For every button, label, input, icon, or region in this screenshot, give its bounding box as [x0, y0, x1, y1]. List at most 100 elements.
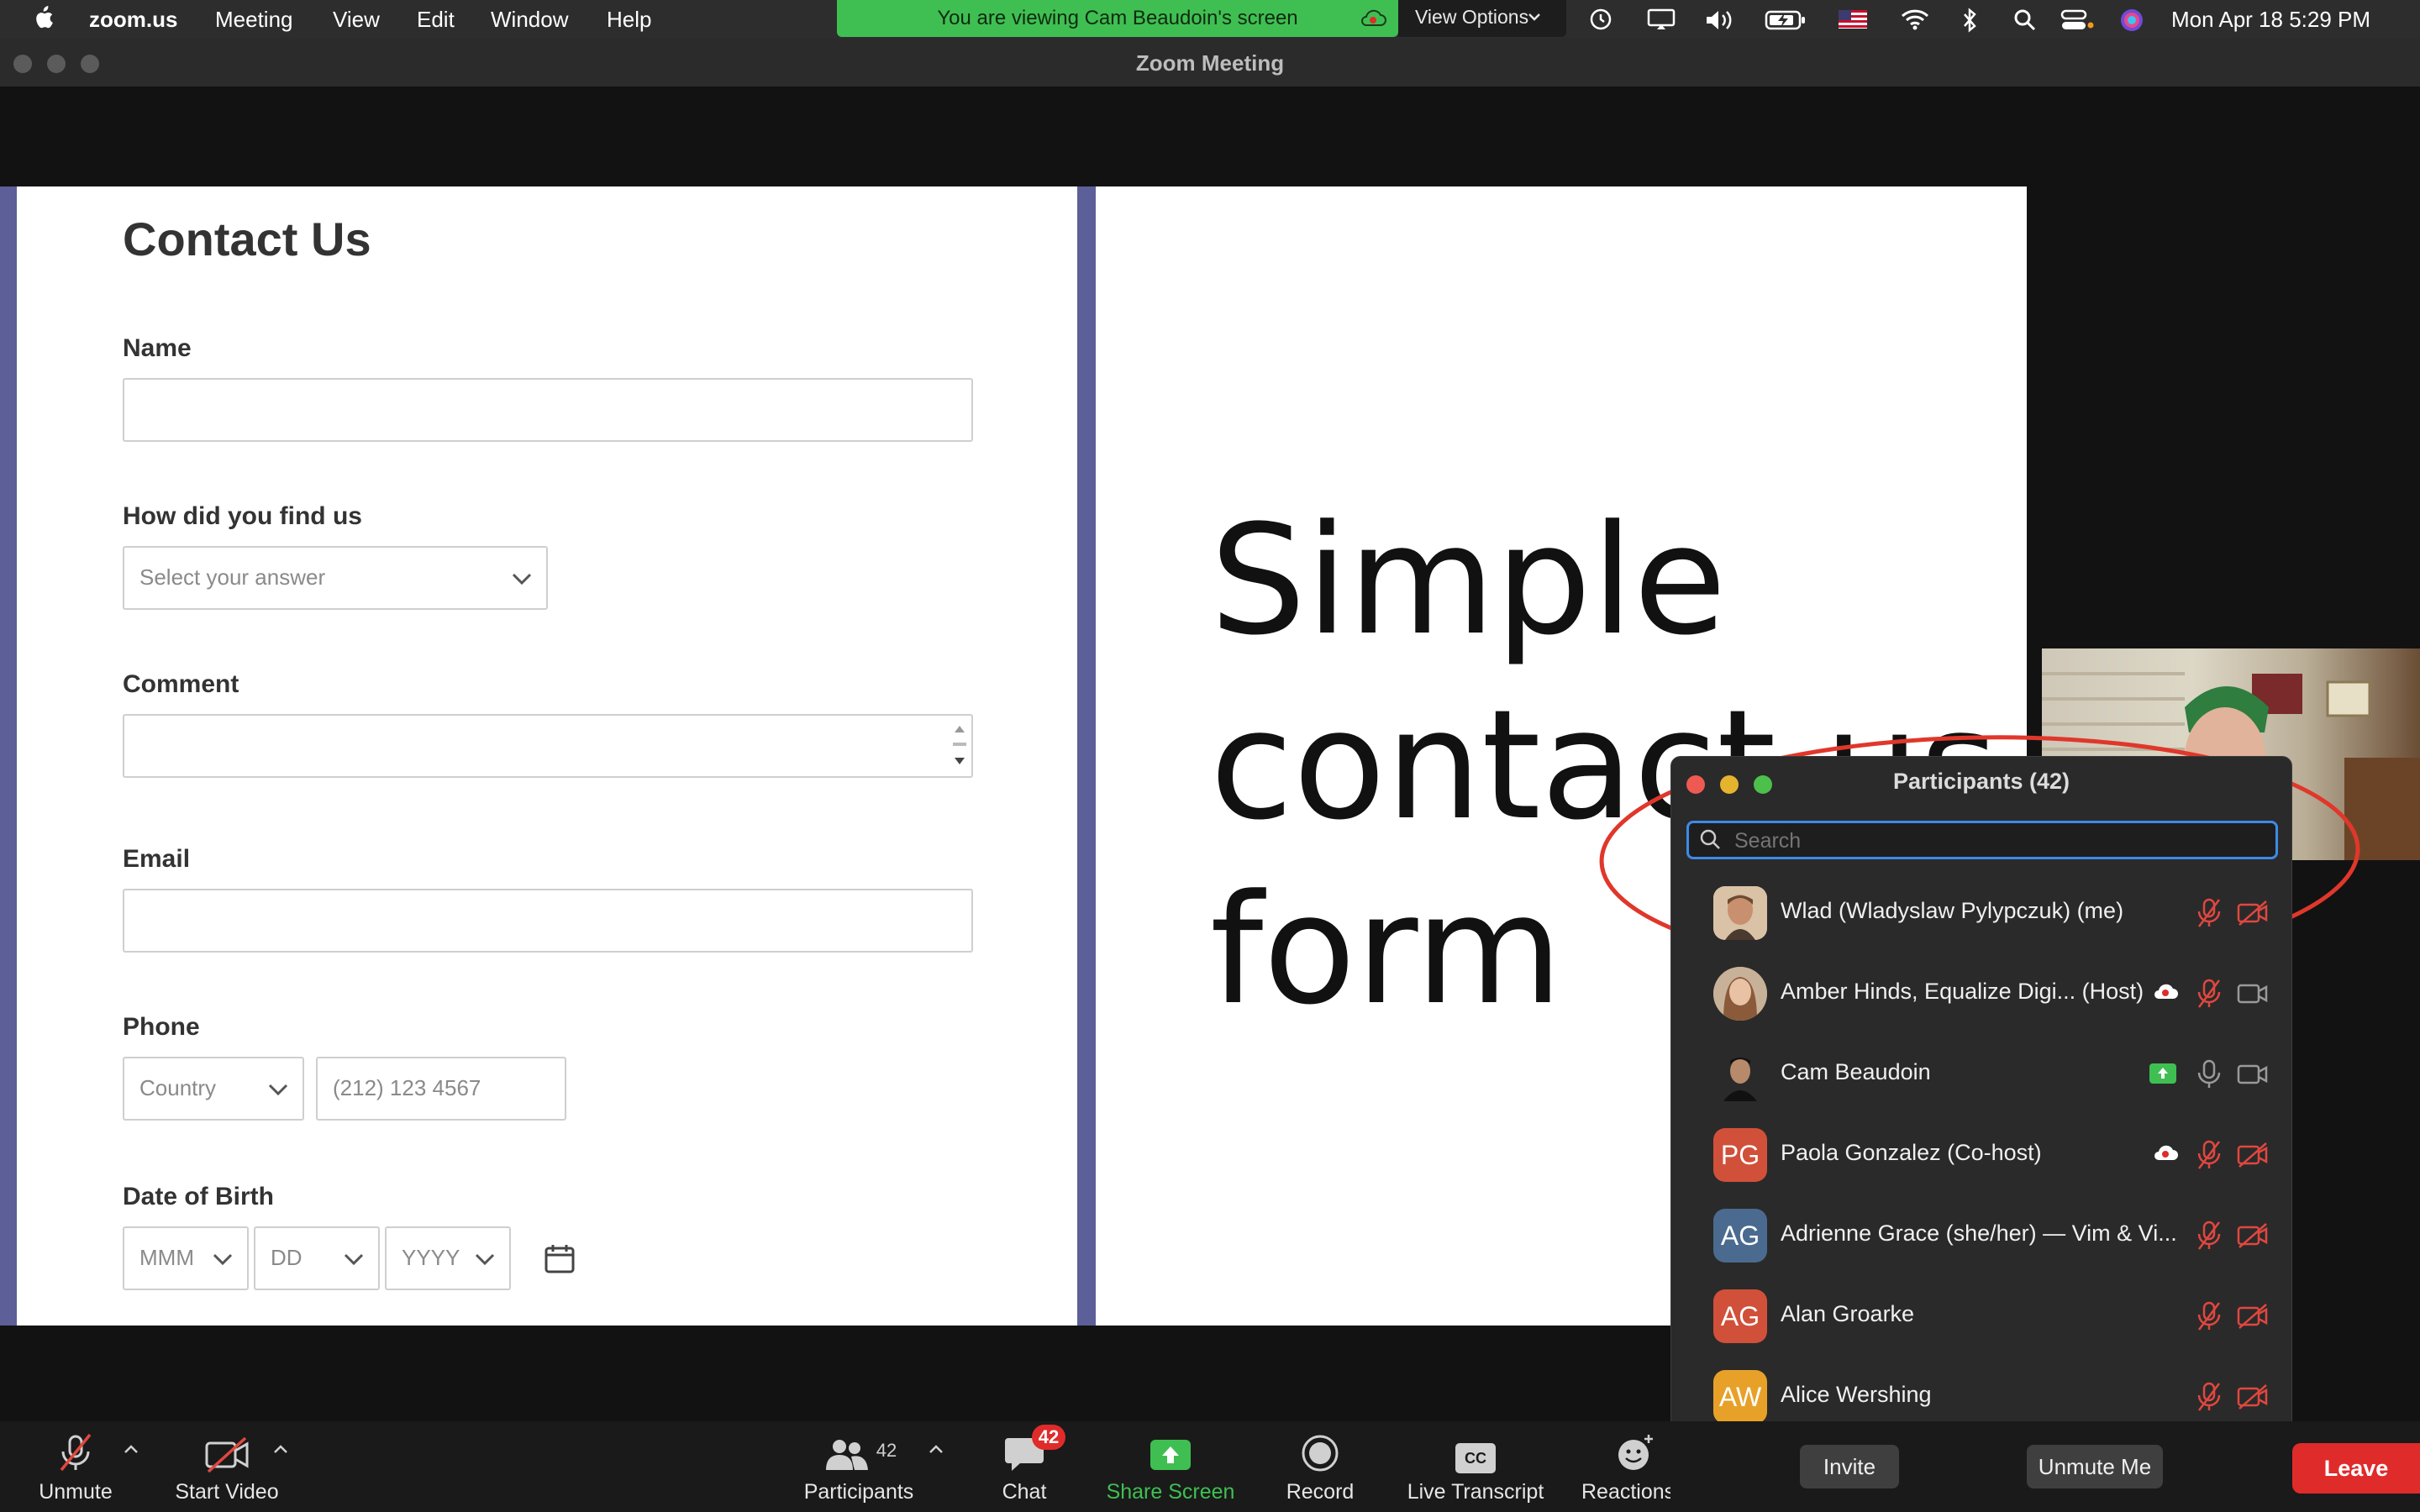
chat-label: Chat: [1002, 1480, 1047, 1504]
participants-button[interactable]: 42 Participants: [793, 1428, 924, 1504]
name-field[interactable]: [123, 378, 973, 442]
time-machine-icon[interactable]: [1588, 8, 1613, 31]
view-options-button[interactable]: View Options: [1398, 0, 1566, 37]
form-title: Contact Us: [123, 213, 371, 265]
participant-row[interactable]: Amber Hinds, Equalize Digi... (Host): [1671, 953, 2293, 1034]
share-screen-icon: [1097, 1428, 1244, 1473]
video-icon[interactable]: [2236, 980, 2270, 1007]
mic-muted-icon: [34, 1428, 118, 1473]
video-options-caret-icon[interactable]: [272, 1441, 289, 1458]
calendar-icon[interactable]: [543, 1242, 576, 1275]
phone-label: Phone: [123, 1013, 200, 1041]
mic-icon[interactable]: [2194, 1058, 2224, 1091]
battery-icon[interactable]: [1765, 9, 1807, 31]
participant-row[interactable]: PG Paola Gonzalez (Co-host): [1671, 1115, 2293, 1195]
cloud-record-icon: [1360, 8, 1386, 29]
spotlight-search-icon[interactable]: [2013, 8, 2037, 32]
start-video-button[interactable]: Start Video: [168, 1428, 286, 1504]
year-placeholder: YYYY: [402, 1245, 460, 1270]
participant-name: Wlad (Wladyslaw Pylypczuk) (me): [1781, 898, 2124, 923]
chat-unread-badge: 42: [1032, 1425, 1065, 1450]
smiley-icon: [1576, 1428, 1670, 1473]
leave-button[interactable]: Leave: [2292, 1443, 2420, 1494]
unmute-me-button[interactable]: Unmute Me: [2027, 1445, 2163, 1488]
dob-year-select[interactable]: YYYY: [385, 1226, 511, 1290]
video-off-icon[interactable]: [2236, 1383, 2270, 1410]
participant-row[interactable]: AG Alan Groarke: [1671, 1276, 2293, 1357]
participant-name: Adrienne Grace (she/her) — Vim & Vi...: [1781, 1221, 2177, 1246]
form-divider-bar: [1077, 186, 1096, 1326]
slide-heading-line: Simple: [1210, 493, 1727, 669]
window-titlebar: Zoom Meeting: [0, 39, 2420, 87]
screen-sharing-icon: [2149, 1063, 2177, 1084]
volume-icon[interactable]: [1704, 8, 1738, 32]
mic-muted-icon[interactable]: [2194, 977, 2224, 1011]
video-off-icon[interactable]: [2236, 1303, 2270, 1330]
video-off-icon[interactable]: [2236, 900, 2270, 927]
cloud-record-icon: [2152, 1142, 2179, 1163]
record-button[interactable]: Record: [1274, 1428, 1366, 1504]
phone-field[interactable]: (212) 123 4567: [316, 1057, 566, 1121]
reactions-button[interactable]: Reactions: [1576, 1428, 1670, 1504]
participant-name: Paola Gonzalez (Co-host): [1781, 1140, 2042, 1165]
cloud-record-icon: [2152, 980, 2179, 1002]
chevron-down-icon: [341, 1247, 366, 1272]
dob-month-select[interactable]: MMM: [123, 1226, 249, 1290]
siri-icon[interactable]: [2119, 8, 2144, 33]
participants-options-caret-icon[interactable]: [928, 1441, 944, 1458]
avatar: [1713, 886, 1767, 940]
menu-meeting[interactable]: Meeting: [215, 7, 293, 33]
control-center-icon[interactable]: [2060, 8, 2094, 32]
viewing-banner: You are viewing Cam Beaudoin's screen: [837, 0, 1398, 37]
video-off-icon[interactable]: [2236, 1222, 2270, 1249]
menu-edit[interactable]: Edit: [417, 7, 455, 33]
participants-search[interactable]: [1686, 821, 2278, 859]
find-us-placeholder: Select your answer: [139, 564, 326, 590]
window-title: Zoom Meeting: [1135, 50, 1285, 76]
chevron-down-icon: [509, 566, 534, 591]
country-select[interactable]: Country: [123, 1057, 304, 1121]
apple-icon[interactable]: [32, 5, 54, 30]
participants-title: Participants (42): [1892, 769, 2070, 794]
video-icon[interactable]: [2236, 1061, 2270, 1088]
participants-search-input[interactable]: [1734, 828, 2238, 853]
avatar: PG: [1713, 1128, 1767, 1182]
participant-row[interactable]: Wlad (Wladyslaw Pylypczuk) (me): [1671, 873, 2293, 953]
start-video-label: Start Video: [175, 1480, 279, 1504]
video-off-icon[interactable]: [2236, 1142, 2270, 1168]
email-field[interactable]: [123, 889, 973, 953]
audio-options-caret-icon[interactable]: [123, 1441, 139, 1458]
invite-button[interactable]: Invite: [1800, 1445, 1899, 1488]
unmute-button[interactable]: Unmute: [34, 1428, 118, 1504]
country-placeholder: Country: [139, 1075, 217, 1100]
textarea-spinner-icon[interactable]: [951, 719, 968, 771]
comment-textarea[interactable]: [123, 714, 973, 778]
screen-mirroring-icon[interactable]: [1647, 8, 1676, 30]
participant-row[interactable]: Cam Beaudoin: [1671, 1034, 2293, 1115]
live-transcript-button[interactable]: CC Live Transcript: [1398, 1428, 1553, 1504]
avatar: AW: [1713, 1370, 1767, 1424]
mic-muted-icon[interactable]: [2194, 1380, 2224, 1414]
menu-window[interactable]: Window: [491, 7, 568, 33]
mic-muted-icon[interactable]: [2194, 1219, 2224, 1252]
wifi-icon[interactable]: [1901, 8, 1929, 30]
menu-help[interactable]: Help: [607, 7, 651, 33]
find-us-label: How did you find us: [123, 502, 362, 530]
name-label: Name: [123, 334, 192, 362]
day-placeholder: DD: [271, 1245, 302, 1270]
mic-muted-icon[interactable]: [2194, 1138, 2224, 1172]
dob-day-select[interactable]: DD: [254, 1226, 380, 1290]
mic-muted-icon[interactable]: [2194, 1299, 2224, 1333]
clock[interactable]: Mon Apr 18 5:29 PM: [2171, 7, 2370, 33]
participant-name: Cam Beaudoin: [1781, 1059, 1931, 1084]
participant-name: Amber Hinds, Equalize Digi... (Host): [1781, 979, 2144, 1004]
bluetooth-icon[interactable]: [1961, 8, 1978, 33]
app-menu[interactable]: zoom.us: [89, 7, 177, 33]
participant-row[interactable]: AG Adrienne Grace (she/her) — Vim & Vi..…: [1671, 1195, 2293, 1276]
share-screen-button[interactable]: Share Screen: [1097, 1428, 1244, 1504]
menu-view[interactable]: View: [333, 7, 380, 33]
chevron-down-icon: [472, 1247, 497, 1272]
find-us-select[interactable]: Select your answer: [123, 546, 548, 610]
us-flag-icon[interactable]: [1839, 10, 1867, 29]
mic-muted-icon[interactable]: [2194, 896, 2224, 930]
